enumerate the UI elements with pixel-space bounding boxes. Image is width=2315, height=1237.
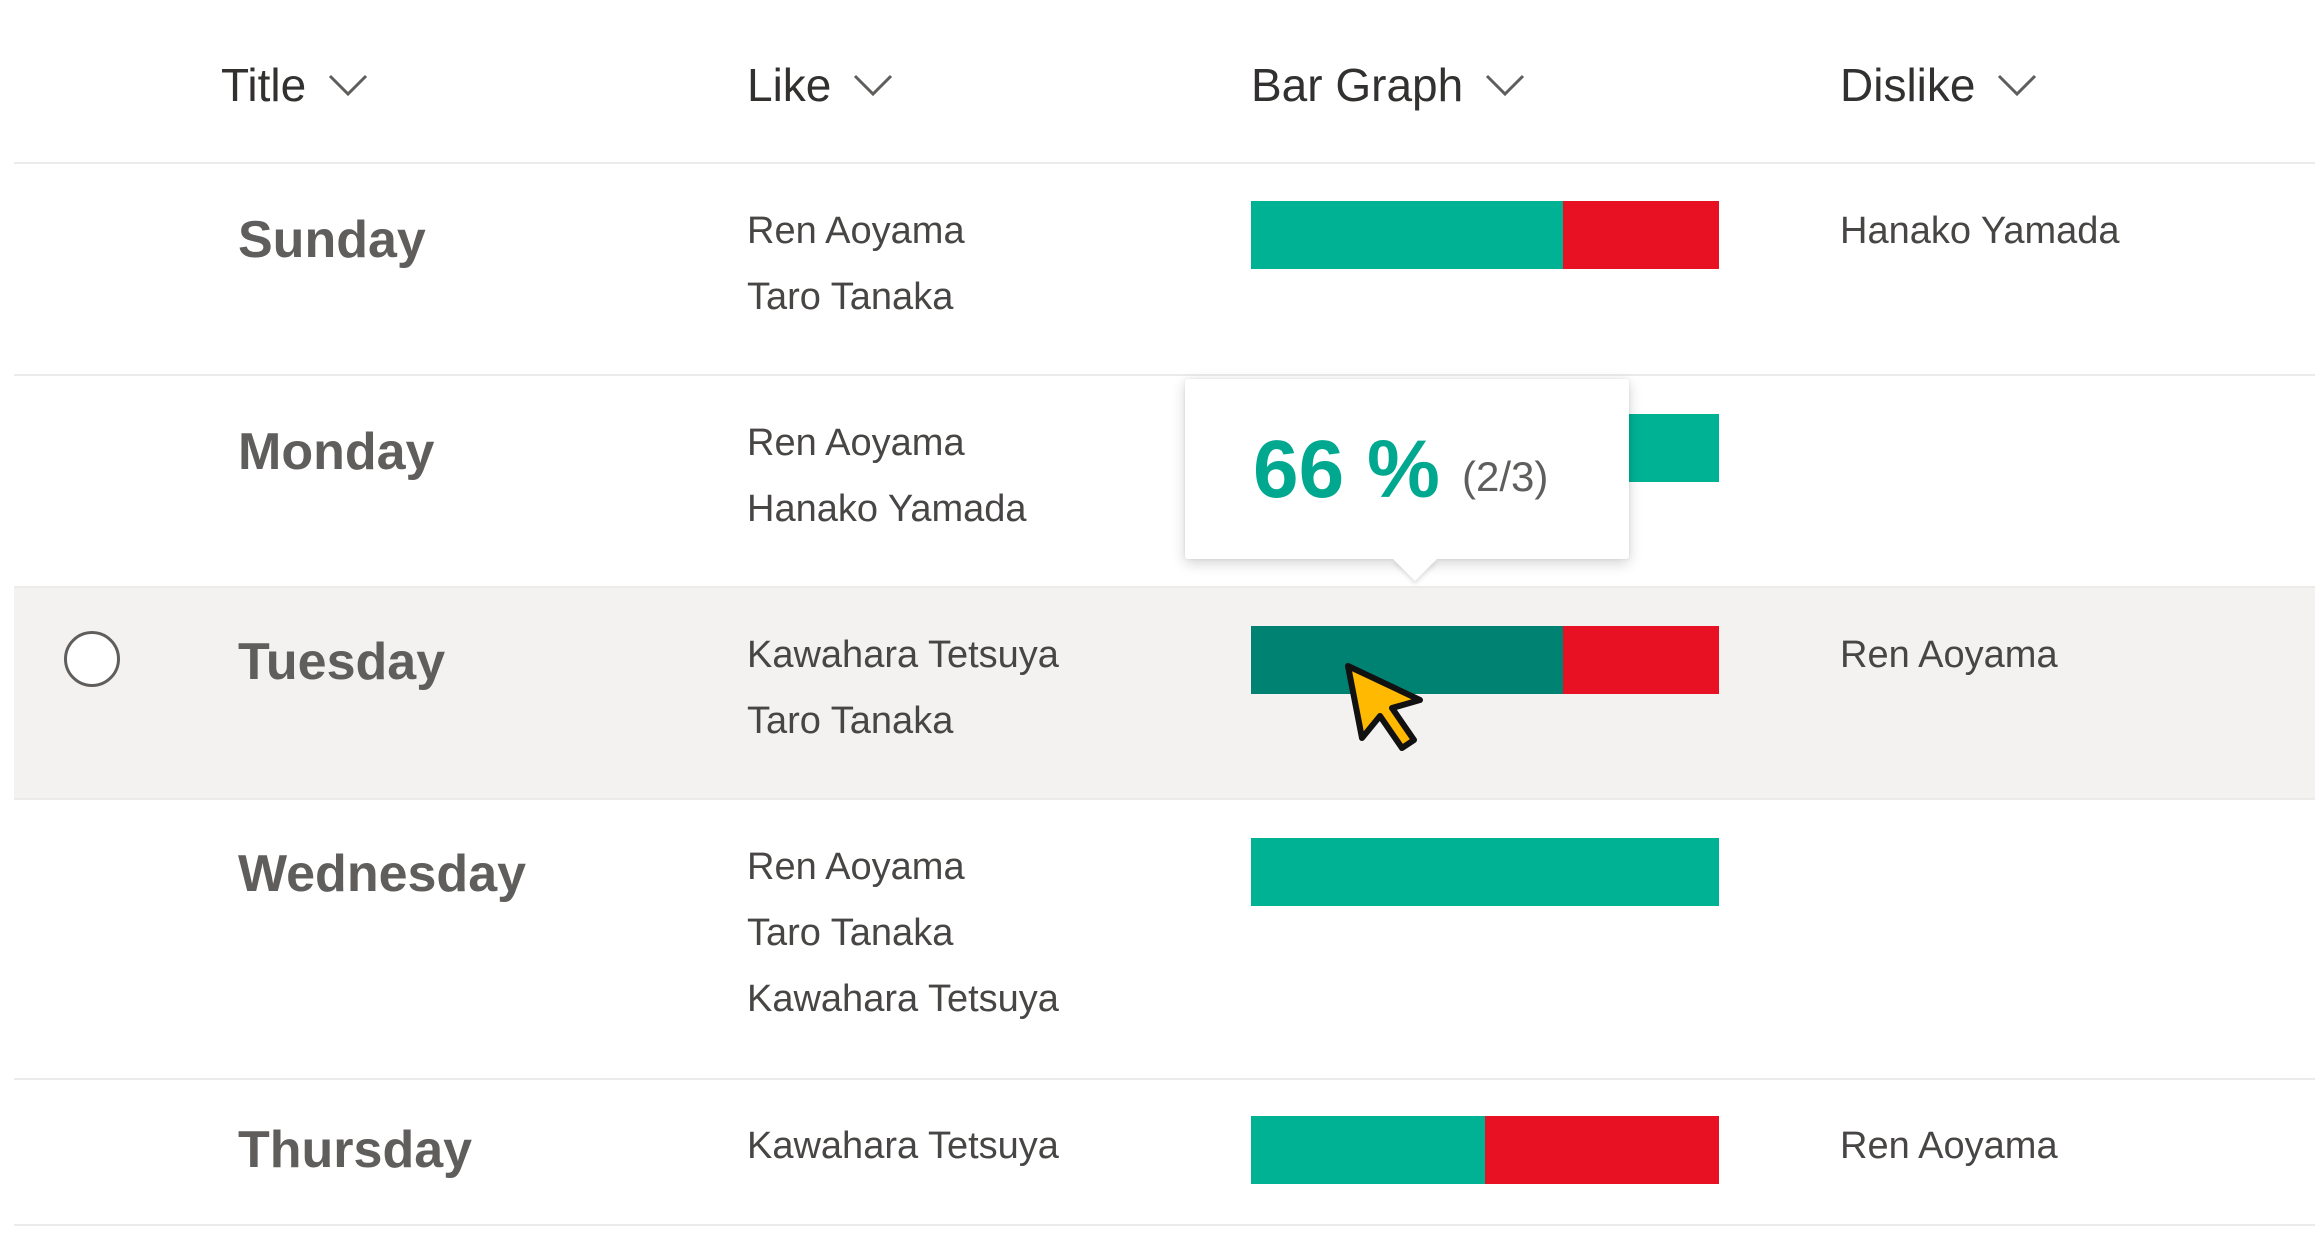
dislike-name: Ren Aoyama xyxy=(1840,634,2058,676)
like-names: Ren Aoyama Taro Tanaka Kawahara Tetsuya xyxy=(747,834,1059,1032)
like-name: Taro Tanaka xyxy=(747,700,954,742)
like-name: Kawahara Tetsuya xyxy=(747,634,1059,676)
column-header-title-label: Title xyxy=(221,59,307,111)
row-title: Thursday xyxy=(238,1121,473,1179)
dislike-segment xyxy=(1563,626,1719,694)
dislike-name: Hanako Yamada xyxy=(1840,210,2120,252)
vote-bar[interactable] xyxy=(1251,201,1719,269)
like-names: Kawahara Tetsuya Taro Tanaka xyxy=(747,622,1059,754)
like-name: Taro Tanaka xyxy=(747,912,954,954)
vote-bar[interactable] xyxy=(1251,626,1719,694)
chevron-down-icon xyxy=(853,73,893,97)
column-header-dislike[interactable]: Dislike xyxy=(1840,58,2037,112)
like-name: Ren Aoyama xyxy=(747,422,965,464)
list-header: Title Like Bar Graph Dislike xyxy=(14,0,2315,164)
table-row[interactable]: Monday Ren Aoyama Hanako Yamada xyxy=(14,376,2315,588)
table-row[interactable]: Thursday Kawahara Tetsuya Ren Aoyama xyxy=(14,1080,2315,1226)
like-segment xyxy=(1251,838,1719,906)
table-row-selected[interactable]: Tuesday Kawahara Tetsuya Taro Tanaka Ren… xyxy=(14,588,2315,800)
dislike-name: Ren Aoyama xyxy=(1840,1125,2058,1167)
like-segment xyxy=(1251,626,1563,694)
row-title: Sunday xyxy=(238,211,426,269)
column-header-bar-graph-label: Bar Graph xyxy=(1251,59,1464,111)
column-header-like-label: Like xyxy=(747,59,832,111)
like-name: Hanako Yamada xyxy=(747,488,1027,530)
like-names: Kawahara Tetsuya xyxy=(747,1113,1059,1179)
like-segment xyxy=(1251,201,1563,269)
column-header-bar-graph[interactable]: Bar Graph xyxy=(1251,58,1525,112)
column-header-like[interactable]: Like xyxy=(747,58,893,112)
table-row[interactable]: Sunday Ren Aoyama Taro Tanaka Hanako Yam… xyxy=(14,164,2315,376)
chevron-down-icon xyxy=(328,73,368,97)
row-title: Monday xyxy=(238,423,435,481)
column-header-dislike-label: Dislike xyxy=(1840,59,1976,111)
vote-bar[interactable] xyxy=(1251,838,1719,906)
chevron-down-icon xyxy=(1997,73,2037,97)
vote-bar[interactable] xyxy=(1251,1116,1719,1184)
column-header-title[interactable]: Title xyxy=(221,58,368,112)
dislike-segment xyxy=(1563,201,1719,269)
row-select-radio[interactable] xyxy=(64,631,120,687)
like-names: Ren Aoyama Hanako Yamada xyxy=(747,410,1027,542)
like-name: Ren Aoyama xyxy=(747,210,965,252)
chevron-down-icon xyxy=(1485,73,1525,97)
tooltip-percent: 66 % xyxy=(1253,424,1440,515)
like-name: Taro Tanaka xyxy=(747,276,954,318)
row-title: Wednesday xyxy=(238,845,527,903)
like-name: Kawahara Tetsuya xyxy=(747,978,1059,1020)
table-row[interactable]: Wednesday Ren Aoyama Taro Tanaka Kawahar… xyxy=(14,800,2315,1080)
tooltip-arrow xyxy=(1393,559,1437,581)
like-names: Ren Aoyama Taro Tanaka xyxy=(747,198,965,330)
like-name: Kawahara Tetsuya xyxy=(747,1125,1059,1167)
list-view: Title Like Bar Graph Dislike Sunday Ren … xyxy=(0,0,2315,1237)
dislike-segment xyxy=(1485,1116,1719,1184)
vote-tooltip: 66 % (2/3) xyxy=(1185,379,1629,581)
tooltip-fraction: (2/3) xyxy=(1462,453,1549,500)
like-segment xyxy=(1251,1116,1485,1184)
row-title: Tuesday xyxy=(238,633,446,691)
like-name: Ren Aoyama xyxy=(747,846,965,888)
